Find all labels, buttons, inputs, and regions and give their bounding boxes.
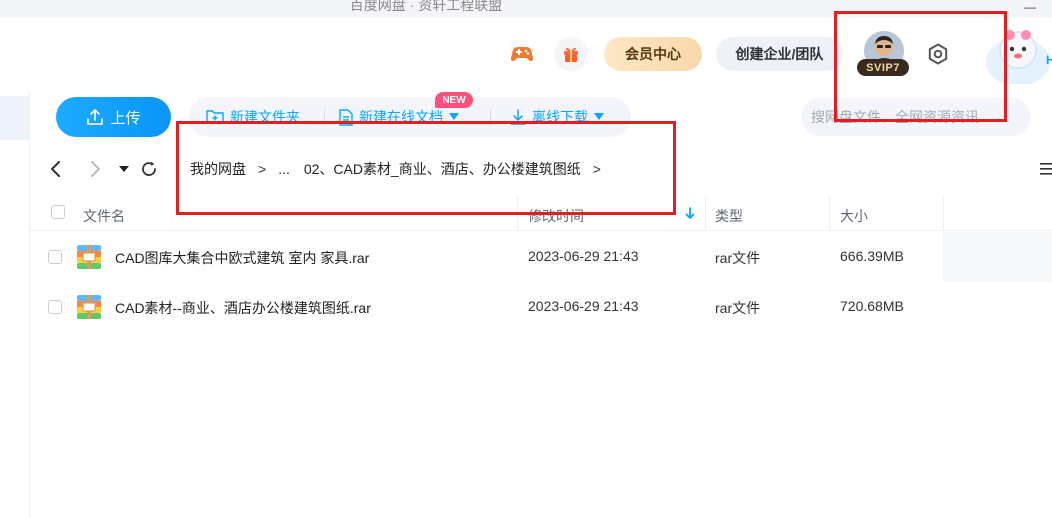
sidebar-collapsed	[0, 92, 30, 518]
toolbar-divider	[490, 109, 491, 125]
row-actions-cell	[943, 232, 1052, 282]
window-title: 百度网盘 · 资轩工程联盟	[349, 0, 503, 13]
breadcrumb: 我的网盘 > ... 02、CAD素材_商业、酒店、办公楼建筑图纸 >	[190, 159, 613, 179]
column-header-type[interactable]: 类型	[715, 206, 743, 226]
offline-download-button[interactable]: 离线下载	[510, 107, 604, 127]
download-icon	[510, 108, 526, 125]
search-box[interactable]	[801, 98, 1031, 136]
caret-down-icon	[119, 165, 129, 172]
breadcrumb-current[interactable]: 02、CAD素材_商业、酒店、办公楼建筑图纸	[304, 159, 581, 179]
refresh-icon	[142, 161, 156, 176]
file-modified: 2023-06-29 21:43	[528, 248, 639, 264]
new-online-doc-label: 新建在线文档	[359, 109, 443, 125]
breadcrumb-root[interactable]: 我的网盘	[190, 159, 246, 179]
create-team-button[interactable]: 创建企业/团队	[716, 37, 843, 71]
rar-archive-icon	[77, 295, 101, 319]
file-type: rar文件	[715, 300, 761, 316]
file-table-header: 文件名 修改时间 类型 大小	[30, 197, 1052, 231]
file-name[interactable]: CAD图库大集合中欧式建筑 室内 家具.rar	[115, 248, 369, 268]
svip-badge: SVIP7	[857, 59, 909, 76]
forward-button[interactable]	[84, 158, 106, 180]
gift-icon	[564, 47, 578, 62]
select-all-checkbox[interactable]	[51, 205, 65, 219]
table-row[interactable]: CAD图库大集合中欧式建筑 室内 家具.rar 2023-06-29 21:43…	[30, 232, 1052, 282]
rar-archive-icon	[77, 245, 101, 269]
toolbar-divider	[324, 109, 325, 125]
new-folder-button[interactable]: 新建文件夹	[206, 107, 300, 127]
file-type: rar文件	[715, 250, 761, 266]
file-toolbar: 新建文件夹 新建在线文档 离线下载	[189, 97, 631, 137]
row-checkbox[interactable]	[48, 250, 62, 264]
file-modified: 2023-06-29 21:43	[528, 298, 639, 314]
window-title-bar: 百度网盘 · 资轩工程联盟 —	[0, 0, 1052, 18]
mascot-assistant-icon[interactable]	[980, 22, 1052, 84]
file-size: 720.68MB	[840, 298, 904, 314]
gamepad-icon[interactable]	[508, 40, 536, 68]
top-header: 会员中心 创建企业/团队 SVIP7 H	[0, 18, 1052, 92]
column-header-modified[interactable]: 修改时间	[528, 206, 584, 226]
column-header-name[interactable]: 文件名	[83, 206, 125, 226]
history-dropdown-button[interactable]	[113, 158, 135, 180]
file-name[interactable]: CAD素材--商业、酒店办公楼建筑图纸.rar	[115, 298, 371, 318]
document-icon	[339, 108, 353, 126]
search-input[interactable]	[801, 98, 1031, 136]
settings-gear-icon[interactable]	[926, 42, 950, 66]
minimize-button[interactable]: —	[1024, 0, 1036, 14]
folder-plus-icon	[206, 110, 224, 124]
vip-center-button[interactable]: 会员中心	[604, 37, 702, 71]
new-folder-label: 新建文件夹	[230, 109, 300, 125]
sort-down-arrow-icon[interactable]	[685, 207, 695, 220]
column-header-size[interactable]: 大小	[840, 206, 868, 226]
breadcrumb-separator: >	[258, 161, 267, 177]
row-checkbox[interactable]	[48, 300, 62, 314]
chevron-right-icon	[91, 161, 100, 177]
column-divider	[517, 197, 518, 231]
file-size: 666.39MB	[840, 248, 904, 264]
upload-button[interactable]: 上传	[56, 97, 171, 137]
refresh-button[interactable]	[138, 158, 160, 180]
table-row[interactable]: CAD素材--商业、酒店办公楼建筑图纸.rar 2023-06-29 21:43…	[30, 282, 1052, 332]
chevron-left-icon	[51, 161, 60, 177]
column-divider	[943, 197, 944, 231]
sidebar-selected-item[interactable]	[0, 96, 30, 140]
offline-download-label: 离线下载	[532, 109, 588, 125]
upload-label: 上传	[110, 109, 141, 127]
column-divider	[829, 197, 830, 231]
list-view-icon[interactable]	[1040, 162, 1052, 176]
breadcrumb-ellipsis[interactable]: ...	[278, 161, 290, 177]
caret-down-icon	[594, 113, 604, 120]
back-button[interactable]	[45, 158, 67, 180]
new-online-doc-button[interactable]: 新建在线文档	[339, 107, 459, 127]
breadcrumb-separator: >	[592, 161, 601, 177]
new-badge: NEW	[435, 92, 473, 108]
caret-down-icon	[449, 113, 459, 120]
mascot-partial-label: H	[1046, 53, 1052, 67]
gift-button[interactable]	[554, 37, 588, 71]
upload-icon	[87, 109, 104, 125]
column-divider	[705, 197, 706, 231]
